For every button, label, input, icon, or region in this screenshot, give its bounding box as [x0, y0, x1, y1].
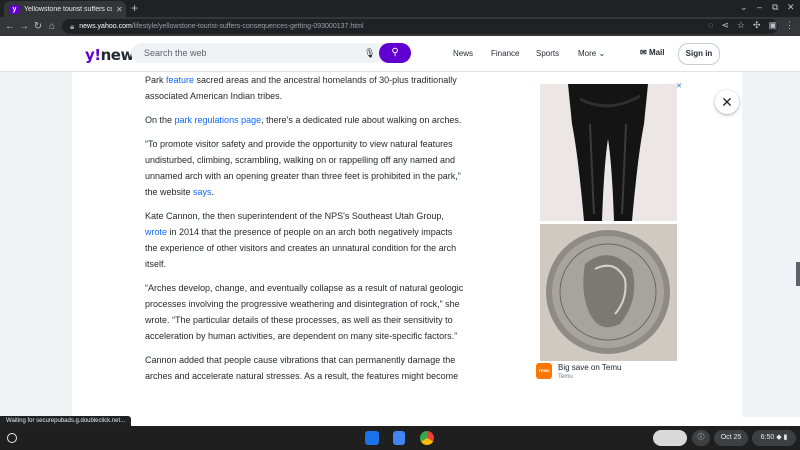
window-close-icon[interactable]: ✕ [787, 2, 795, 13]
search-button[interactable]: ⚲ [379, 43, 411, 63]
left-gutter [0, 72, 72, 417]
tab-yellowstone[interactable]: y Yellowstone tourist suffers conseq... … [4, 1, 126, 17]
lock-icon[interactable]: 🔒︎ [70, 22, 74, 32]
share-icon[interactable]: ⋖ [721, 20, 729, 31]
yahoo-header: y!news 🎙︎ ⚲ News Finance Sports More ⌄ ✉… [0, 36, 800, 72]
menu-kebab-icon[interactable]: ⋮ [785, 20, 794, 31]
article-paragraph: Cannon added that people cause vibration… [145, 355, 459, 381]
microphone-icon[interactable]: 🎙︎ [364, 48, 375, 59]
battery-icon: ▮ [783, 434, 788, 441]
says-link[interactable]: says [193, 187, 212, 197]
home-icon[interactable]: ⌂ [45, 21, 59, 32]
article-body: Park feature sacred areas and the ancest… [145, 72, 465, 392]
browser-toolbar: ← → ↻ ⌂ 🔒︎ news.yahoo.com/lifestyle/yell… [0, 17, 800, 36]
ad-advertiser: Temu [558, 374, 573, 380]
mail-icon: ✉ [640, 48, 647, 57]
article-paragraph: “To promote visitor safety and provide t… [145, 139, 461, 197]
temu-ad[interactable]: ▷ ✕ TEMU Big save on Temu Temu [536, 82, 684, 384]
nav-finance[interactable]: Finance [491, 49, 519, 58]
eye-off-icon[interactable]: ◌ [708, 20, 713, 31]
search-icon: ⚲ [391, 47, 399, 58]
chrome-app-icon[interactable] [420, 431, 434, 445]
nav-more[interactable]: More ⌄ [578, 49, 605, 58]
scrollbar-thumb[interactable] [796, 262, 800, 286]
address-bar[interactable]: 🔒︎ news.yahoo.com/lifestyle/yellowstone-… [62, 19, 778, 34]
launcher-icon[interactable] [7, 433, 17, 443]
side-panel-icon[interactable]: ▣ [768, 20, 777, 31]
restore-icon[interactable]: ⧉ [772, 2, 778, 13]
ad-image-coin[interactable] [540, 224, 677, 361]
feature-link[interactable]: feature [166, 75, 194, 85]
wifi-icon: ◆ [776, 434, 782, 441]
status-area[interactable]: 6:50 ◆ ▮ [752, 430, 796, 446]
search-bar: 🎙︎ ⚲ [131, 43, 411, 63]
yahoo-favicon-icon: y [10, 4, 19, 14]
chevron-down-icon: ⌄ [598, 49, 606, 58]
date-display[interactable]: Oct 25 [714, 430, 748, 446]
extensions-icon[interactable]: ✣ [753, 20, 761, 31]
reload-icon[interactable]: ↻ [31, 21, 45, 32]
url-text[interactable]: news.yahoo.com/lifestyle/yellowstone-tou… [79, 23, 363, 30]
article-paragraph: “Arches develop, change, and eventually … [145, 283, 464, 341]
article-paragraph: Park feature sacred areas and the ancest… [145, 75, 457, 101]
mail-link[interactable]: ✉ Mail [640, 48, 665, 57]
files-app-icon[interactable] [365, 431, 379, 445]
park-regulations-link[interactable]: park regulations page [175, 115, 262, 125]
tray-thumbnail[interactable] [653, 430, 687, 446]
close-ad-button[interactable]: ✕ [715, 90, 739, 114]
nav-sports[interactable]: Sports [536, 49, 559, 58]
os-shelf: ⓘ Oct 25 6:50 ◆ ▮ [0, 426, 800, 450]
nav-news[interactable]: News [453, 49, 473, 58]
docs-app-icon[interactable] [393, 431, 405, 445]
tab-title: Yellowstone tourist suffers conseq... [24, 5, 112, 13]
browser-tab-strip: y Yellowstone tourist suffers conseq... … [0, 0, 800, 17]
minimize-icon[interactable]: – [757, 2, 762, 12]
wrote-link[interactable]: wrote [145, 227, 167, 237]
article-paragraph: Kate Cannon, the then superintendent of … [145, 211, 457, 269]
forward-icon[interactable]: → [17, 21, 31, 32]
new-tab-button[interactable]: + [131, 1, 138, 15]
tab-search-icon[interactable]: ⌄ [740, 2, 748, 13]
search-input[interactable] [142, 47, 356, 59]
right-gutter [742, 72, 800, 417]
info-icon[interactable]: ⓘ [692, 430, 710, 446]
close-icon: ✕ [721, 94, 733, 110]
ad-image-leggings[interactable] [540, 84, 677, 221]
temu-logo: TEMU [536, 363, 552, 379]
tab-close-icon[interactable]: ✕ [116, 5, 123, 14]
bookmark-star-icon[interactable]: ☆ [737, 20, 745, 31]
article-paragraph: On the park regulations page, there's a … [145, 115, 462, 125]
ad-title[interactable]: Big save on Temu [558, 363, 621, 372]
sign-in-button[interactable]: Sign in [678, 43, 720, 65]
status-bar: Waiting for securepubads.g.doubleclick.n… [0, 416, 132, 426]
back-icon[interactable]: ← [3, 21, 17, 32]
